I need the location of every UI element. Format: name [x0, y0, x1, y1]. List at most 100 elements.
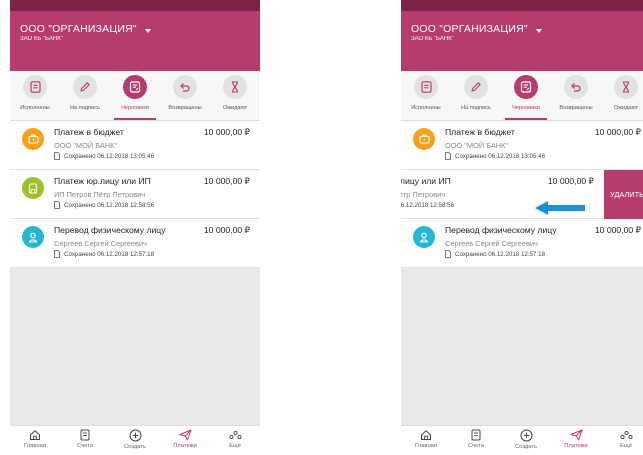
org-name: ООО "ОРГАНИЗАЦИЯ" [20, 23, 137, 35]
saved-timestamp: Сохранено 06.12.2018 13:05:46 [455, 152, 546, 160]
tab-to-sign[interactable]: На подпись [60, 71, 110, 120]
payment-recipient: ООО "МОЙ БАНК" [445, 141, 509, 150]
saved-timestamp: Сохранено 06.12.2018 13:05:46 [64, 152, 155, 160]
file-icon [54, 152, 60, 160]
saved-timestamp: Сохранено 06.12.2018 12:58:56 [401, 201, 455, 209]
nav-home[interactable]: Главная [10, 426, 60, 455]
status-tabs: Исполнены На подпись Черновики Возвращен… [401, 71, 643, 121]
payment-row[interactable]: Перевод физическому лицу 10 000,00 ₽ Сер… [10, 219, 260, 268]
status-bar [401, 0, 643, 11]
payment-recipient: Сергеев Сергей Сергеевич [445, 239, 538, 248]
bank-name: ЗАО КБ "БАНК" [20, 36, 63, 42]
file-icon [54, 201, 60, 209]
delete-button[interactable]: УДАЛИТЬ [604, 170, 643, 219]
file-icon [445, 250, 451, 258]
saved-timestamp: Сохранено 06.12.2018 12:58:56 [64, 201, 155, 209]
org-name: ООО "ОРГАНИЗАЦИЯ" [411, 23, 528, 35]
nav-payments[interactable]: Платежи [551, 426, 601, 455]
phone-screen-right: ООО "ОРГАНИЗАЦИЯ" ЗАО КБ "БАНК" Исполнен… [401, 0, 643, 455]
plus-circle-icon [520, 429, 532, 442]
accounts-icon [471, 429, 481, 441]
payment-amount: 10 000,00 ₽ [594, 225, 641, 235]
tab-label: На подпись [70, 105, 100, 111]
tab-executed[interactable]: Исполнены [10, 71, 60, 120]
tab-waiting[interactable]: Ожидают [601, 71, 643, 120]
pen-icon [80, 82, 90, 92]
briefcase-icon [22, 128, 44, 150]
payment-title: Перевод физическому лицу [54, 225, 166, 235]
org-selector[interactable]: ООО "ОРГАНИЗАЦИЯ" [20, 23, 250, 35]
tab-waiting[interactable]: Ожидают [210, 71, 260, 120]
payment-amount: 10 000,00 ₽ [203, 225, 250, 235]
payment-recipient: ИП Петров Пётр Петрович [401, 190, 446, 199]
hourglass-icon [232, 81, 238, 93]
nav-label: Главная [414, 443, 438, 449]
nav-more[interactable]: Ещё [210, 426, 260, 455]
briefcase-icon [413, 128, 435, 150]
nav-label: Платежи [564, 443, 588, 449]
saved-timestamp: Сохранено 06.12.2018 12:57:18 [455, 250, 546, 258]
draft-icon [520, 81, 532, 93]
tab-returned[interactable]: Возвращены [551, 71, 601, 120]
status-tabs: Исполнены На подпись Черновики Возвращен… [10, 71, 260, 121]
bottom-navigation: Главная Счета Создать Платежи Ещё [10, 425, 260, 455]
tab-label: Черновики [121, 105, 149, 111]
hourglass-icon [623, 81, 629, 93]
payment-row[interactable]: Перевод физическому лицу 10 000,00 ₽ Сер… [401, 219, 643, 268]
app-header: ООО "ОРГАНИЗАЦИЯ" ЗАО КБ "БАНК" [10, 11, 260, 71]
payment-row-swiped[interactable]: Платеж юр.лицу или ИП 10 000,00 ₽ ИП Пет… [401, 170, 643, 219]
payment-title: Платеж юр.лицу или ИП [401, 176, 451, 186]
tab-label: Возвращены [559, 105, 593, 111]
chevron-down-icon [535, 29, 542, 33]
tab-returned[interactable]: Возвращены [160, 71, 210, 120]
nav-label: Создать [514, 444, 538, 450]
tab-executed[interactable]: Исполнены [401, 71, 451, 120]
bottom-navigation: Главная Счета Создать Платежи Ещё [401, 425, 643, 455]
app-header: ООО "ОРГАНИЗАЦИЯ" ЗАО КБ "БАНК" [401, 11, 643, 71]
tab-label: Черновики [512, 105, 540, 111]
payment-row[interactable]: Платеж в бюджет 10 000,00 ₽ ООО "МОЙ БАН… [401, 121, 643, 170]
payment-row[interactable]: Платеж в бюджет 10 000,00 ₽ ООО "МОЙ БАН… [10, 121, 260, 170]
nav-more[interactable]: Ещё [601, 426, 643, 455]
payment-row[interactable]: Платеж юр.лицу или ИП 10 000,00 ₽ ИП Пет… [10, 170, 260, 219]
person-icon [413, 226, 435, 248]
nav-label: Счета [468, 443, 484, 449]
nav-home[interactable]: Главная [401, 426, 451, 455]
nav-label: Главная [23, 443, 47, 449]
tab-label: Ожидают [613, 105, 639, 111]
more-icon [228, 430, 242, 440]
nav-label: Платежи [173, 443, 197, 449]
nav-label: Создать [123, 444, 147, 450]
more-icon [619, 430, 633, 440]
file-icon [445, 152, 451, 160]
tab-to-sign[interactable]: На подпись [451, 71, 501, 120]
tab-label: Исполнены [411, 105, 441, 111]
nav-accounts[interactable]: Счета [60, 426, 110, 455]
nav-label: Ещё [229, 443, 241, 449]
phone-screen-left: ООО "ОРГАНИЗАЦИЯ" ЗАО КБ "БАНК" Исполнен… [10, 0, 260, 455]
draft-icon [129, 81, 141, 93]
return-arrow-icon [180, 83, 190, 92]
nav-create[interactable]: Создать [110, 426, 160, 455]
payment-title: Перевод физическому лицу [445, 225, 557, 235]
file-icon [54, 250, 60, 258]
payment-recipient: ООО "МОЙ БАНК" [54, 141, 118, 150]
tab-label: Возвращены [168, 105, 202, 111]
nav-accounts[interactable]: Счета [451, 426, 501, 455]
tab-drafts[interactable]: Черновики [110, 71, 160, 120]
payment-amount: 10 000,00 ₽ [203, 176, 250, 186]
nav-payments[interactable]: Платежи [160, 426, 210, 455]
tab-drafts[interactable]: Черновики [501, 71, 551, 120]
payment-amount: 10 000,00 ₽ [594, 127, 641, 137]
delete-label: УДАЛИТЬ [610, 190, 643, 199]
payment-title: Платеж юр.лицу или ИП [54, 176, 151, 186]
payment-amount: 10 000,00 ₽ [203, 127, 250, 137]
nav-create[interactable]: Создать [501, 426, 551, 455]
pen-icon [471, 82, 481, 92]
return-arrow-icon [571, 83, 581, 92]
org-selector[interactable]: ООО "ОРГАНИЗАЦИЯ" [411, 23, 641, 35]
status-bar [10, 0, 260, 11]
accounts-icon [80, 429, 90, 441]
document-icon [29, 81, 41, 93]
bank-name: ЗАО КБ "БАНК" [411, 36, 454, 42]
